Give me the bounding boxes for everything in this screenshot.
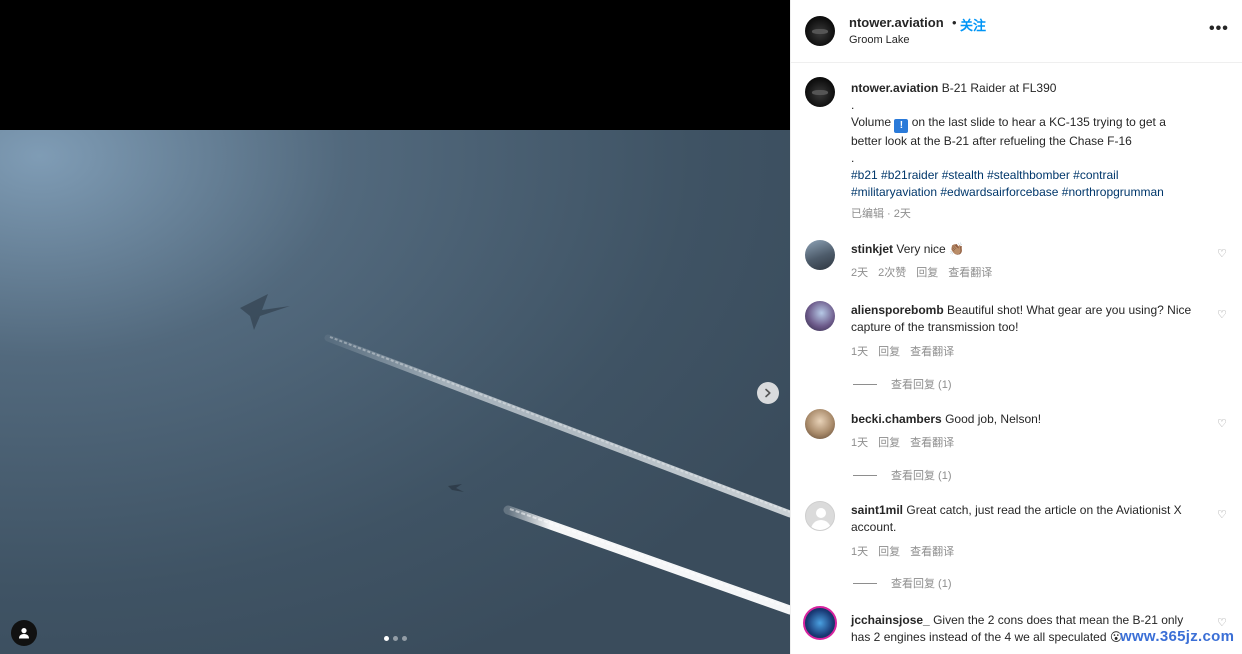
commenter-avatar[interactable] [805, 409, 835, 439]
commenter-avatar[interactable] [803, 606, 837, 640]
comment-username[interactable]: saint1mil [851, 503, 903, 517]
caption-author-avatar[interactable] [805, 77, 835, 107]
author-username[interactable]: ntower.aviation [849, 15, 944, 30]
comment-time: 1天 [851, 546, 869, 558]
comment-username[interactable]: stinkjet [851, 242, 893, 256]
exclamation-emoji-icon: ! [894, 119, 909, 133]
comment-likes[interactable]: 2次赞 [878, 264, 906, 280]
comment-body: Very nice 👏🏽 [896, 242, 964, 256]
comment-text: saint1mil Great catch, just read the art… [851, 502, 1201, 536]
translate-button[interactable]: 查看翻译 [910, 543, 954, 559]
view-replies-button[interactable]: 查看回复 (1) [853, 575, 952, 591]
comment-username[interactable]: becki.chambers [851, 412, 942, 426]
post-location[interactable]: Groom Lake [849, 34, 910, 46]
comment-time: 1天 [851, 346, 869, 358]
translate-button[interactable]: 查看翻译 [948, 264, 992, 280]
comment-time: 1天 [851, 437, 869, 449]
post-header: ntower.aviation • 关注 Groom Lake ••• [791, 0, 1242, 63]
media-viewer [0, 0, 790, 654]
comment-text: stinkjet Very nice 👏🏽 [851, 241, 1201, 258]
heart-icon[interactable]: ♡ [1217, 417, 1227, 430]
view-replies-label[interactable]: 查看回复 (1) [891, 467, 952, 483]
tagged-users-button[interactable] [11, 620, 37, 646]
reply-button[interactable]: 回复 [916, 264, 938, 280]
heart-icon[interactable]: ♡ [1217, 508, 1227, 521]
comment-text: aliensporebomb Beautiful shot! What gear… [851, 302, 1201, 336]
comment-username[interactable]: aliensporebomb [851, 303, 944, 317]
heart-icon[interactable]: ♡ [1217, 247, 1227, 260]
carousel-dot [384, 636, 389, 641]
replies-divider [853, 383, 877, 385]
replies-divider [853, 474, 877, 476]
header-separator: • [952, 15, 957, 30]
author-avatar[interactable] [805, 16, 835, 46]
caption-volume-prefix: Volume [851, 115, 892, 129]
comment-text: becki.chambers Good job, Nelson! [851, 411, 1201, 428]
view-replies-button[interactable]: 查看回复 (1) [853, 376, 952, 392]
comment-time: 2天 [851, 267, 869, 279]
comment-meta: 1天 回复 查看翻译 [851, 543, 954, 559]
more-options-icon[interactable]: ••• [1209, 20, 1229, 38]
view-replies-label[interactable]: 查看回复 (1) [891, 575, 952, 591]
commenter-avatar[interactable] [805, 240, 835, 270]
heart-icon[interactable]: ♡ [1217, 308, 1227, 321]
comment-username[interactable]: jcchainsjose_ [851, 613, 930, 627]
carousel-dot [402, 636, 407, 641]
comment-meta: 1天 回复 查看翻译 [851, 434, 954, 450]
carousel-dot [393, 636, 398, 641]
chevron-right-icon [765, 388, 771, 398]
reply-button[interactable]: 回复 [878, 543, 900, 559]
reply-button[interactable]: 回复 [878, 434, 900, 450]
caption-username[interactable]: ntower.aviation [851, 81, 938, 95]
caption-separator: . [851, 98, 855, 112]
reply-button[interactable]: 回复 [878, 343, 900, 359]
comment-meta: 2天 2次赞 回复 查看翻译 [851, 264, 992, 280]
follow-button[interactable]: 关注 [960, 15, 986, 34]
comment-body: Good job, Nelson! [945, 412, 1042, 426]
replies-divider [853, 582, 877, 584]
post-photo [0, 130, 790, 654]
view-replies-button[interactable]: 查看回复 (1) [853, 467, 952, 483]
commenter-avatar[interactable] [805, 301, 835, 331]
post-details-panel: ntower.aviation • 关注 Groom Lake ••• ntow… [790, 0, 1242, 654]
site-watermark: www.365jz.com [1120, 628, 1235, 645]
caption-separator: . [851, 151, 855, 165]
caption-text: ntower.aviation B-21 Raider at FL390 . V… [851, 80, 1191, 201]
comment-meta: 1天 回复 查看翻译 [851, 343, 954, 359]
next-slide-button[interactable] [757, 382, 779, 404]
caption-meta: 已编辑 · 2天 [851, 208, 911, 220]
user-tag-icon [19, 628, 29, 639]
caption-hashtags[interactable]: #b21 #b21raider #stealth #stealthbomber … [851, 167, 1191, 201]
caption-title: B-21 Raider at FL390 [941, 81, 1057, 95]
translate-button[interactable]: 查看翻译 [910, 343, 954, 359]
view-replies-label[interactable]: 查看回复 (1) [891, 376, 952, 392]
carousel-indicator [384, 636, 407, 641]
commenter-avatar[interactable] [805, 501, 835, 531]
translate-button[interactable]: 查看翻译 [910, 434, 954, 450]
